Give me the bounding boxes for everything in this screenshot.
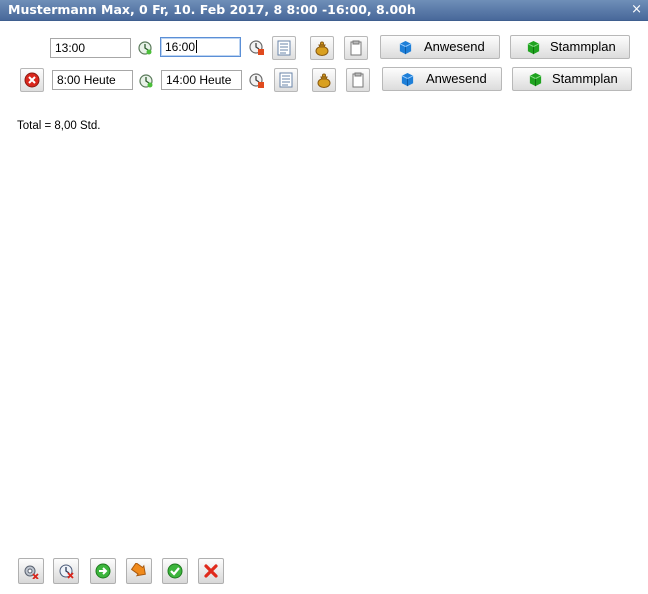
stammplan-button[interactable]: Stammplan	[510, 35, 630, 59]
time-row-2: 8:00 Heute 14:00 Heute Anwesend Stammpla…	[0, 67, 648, 93]
anwesend-button[interactable]: Anwesend	[380, 35, 500, 59]
stammplan-label: Stammplan	[550, 39, 616, 54]
time-row-1: 13:00 16:00 Anwesend Stammplan	[0, 34, 648, 60]
green-cube-icon	[527, 40, 540, 55]
close-icon	[204, 564, 218, 578]
total-hours: Total = 8,00 Std.	[17, 120, 101, 132]
anwesend-label: Anwesend	[426, 71, 487, 86]
end-time-input[interactable]: 14:00 Heute	[161, 70, 242, 90]
arrow-right-icon	[95, 563, 111, 579]
clock-icon[interactable]	[138, 73, 154, 89]
clock-stop-icon[interactable]	[249, 73, 265, 89]
money-bag-icon	[315, 41, 329, 56]
clock-stop-icon[interactable]	[249, 40, 265, 56]
blue-cube-icon	[399, 40, 412, 55]
note-button[interactable]	[346, 68, 370, 92]
confirm-button[interactable]	[162, 558, 188, 584]
start-time-input[interactable]: 8:00 Heute	[52, 70, 133, 90]
start-time-input[interactable]: 13:00	[50, 38, 131, 58]
anwesend-button[interactable]: Anwesend	[382, 67, 502, 91]
settings-delete-button[interactable]	[18, 558, 44, 584]
end-time-input[interactable]: 16:00	[160, 37, 241, 57]
stammplan-button[interactable]: Stammplan	[512, 67, 632, 91]
window-title: Mustermann Max, 0 Fr, 10. Feb 2017, 8 8:…	[8, 2, 416, 17]
money-bag-icon	[317, 73, 331, 88]
anwesend-label: Anwesend	[424, 39, 485, 54]
clock-icon[interactable]	[137, 40, 153, 56]
money-button[interactable]	[312, 68, 336, 92]
window-titlebar: Mustermann Max, 0 Fr, 10. Feb 2017, 8 8:…	[0, 0, 648, 21]
list-button[interactable]	[274, 68, 298, 92]
list-icon	[277, 40, 291, 56]
clock-delete-button[interactable]	[53, 558, 79, 584]
note-icon	[350, 40, 362, 56]
delete-row-button[interactable]	[20, 68, 44, 92]
cancel-button[interactable]	[198, 558, 224, 584]
note-button[interactable]	[344, 36, 368, 60]
note-icon	[352, 72, 364, 88]
list-icon	[279, 72, 293, 88]
import-button[interactable]	[126, 558, 152, 584]
green-cube-icon	[529, 72, 542, 87]
close-icon[interactable]: ×	[631, 0, 642, 20]
clock-delete-icon	[59, 564, 74, 579]
gear-delete-icon	[24, 565, 39, 579]
blue-cube-icon	[401, 72, 414, 87]
money-button[interactable]	[310, 36, 334, 60]
check-icon	[167, 563, 183, 579]
stammplan-label: Stammplan	[552, 71, 618, 86]
forward-button[interactable]	[90, 558, 116, 584]
arrow-down-right-icon	[131, 563, 146, 577]
delete-icon	[24, 72, 40, 88]
list-button[interactable]	[272, 36, 296, 60]
